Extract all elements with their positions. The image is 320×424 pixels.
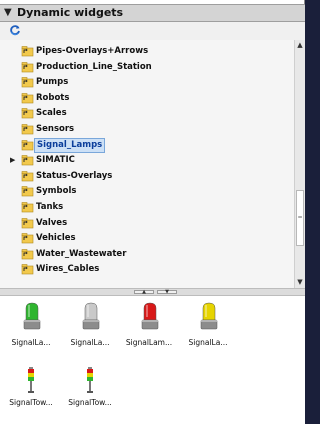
tree-vertical-scrollbar[interactable]: ▲ ═ ▼ [294,40,305,288]
tree-item-label: Scales [36,108,67,119]
library-folder-icon [21,46,34,57]
tree-item-label: Tanks [36,202,64,212]
library-folder-icon [21,217,34,228]
tree-item-label: Valves [36,217,68,228]
tree-item[interactable]: Pumps [0,75,294,90]
tree-item[interactable]: Signal_Lamps [0,137,294,153]
widget-tile[interactable]: SignalLam... [126,300,172,350]
tree-item-label: Sensors [36,124,75,134]
tree-item-label: Production_Line_Station [36,61,152,72]
library-folder-icon [21,61,34,72]
tree-item-label: Wires_Cables [36,264,100,275]
refresh-icon[interactable] [9,24,21,36]
signal-lamp-icon [23,302,41,330]
splitter-down-tab[interactable]: ▼ [157,290,177,295]
tree-item[interactable]: Tanks [0,200,294,215]
tree-item[interactable]: Wires_Cables [0,262,294,277]
splitter-up-tab[interactable]: ▲ [134,290,154,295]
signal-lamp-icon [200,302,218,330]
tree-item[interactable]: Water_Wastewater [0,247,294,262]
scroll-up-icon[interactable]: ▲ [295,40,305,51]
tree-item-label: Pipes-Overlays+Arrows [36,46,149,56]
tree-item-label: Status-Overlays [36,170,113,181]
tree-item[interactable]: ▶ SIMATIC [0,153,294,168]
library-folder-icon [21,155,34,166]
widget-caption: SignalLa... [11,338,51,347]
tree-item-label: Vehicles [36,233,76,244]
widget-caption: SignalLa... [188,338,228,347]
signal-lamp-icon [82,302,100,330]
tree-item-label: SIMATIC [36,155,75,166]
widget-caption: SignalLa... [70,338,110,347]
widget-tile[interactable]: SignalLa... [8,300,54,350]
tree-item-label: Signal_Lamps [34,137,106,153]
tree-item-label: Pumps [36,77,69,88]
tree-item[interactable]: Symbols [0,184,294,199]
panel-title: Dynamic widgets [17,6,124,19]
tree-item-label: Robots [36,92,70,103]
library-folder-icon [21,77,34,88]
tree-item[interactable]: Robots [0,91,294,106]
scroll-grip-icon: ═ [298,214,302,221]
widget-tile[interactable]: SignalTow... [8,360,54,410]
pane-splitter[interactable]: ▲ ▼ [0,288,305,296]
widget-caption: SignalLam... [125,338,173,347]
widget-tile[interactable]: SignalLa... [185,300,231,350]
scroll-down-icon[interactable]: ▼ [295,277,305,288]
signal-lamp-icon [141,302,159,330]
tree-item[interactable]: Sensors [0,122,294,137]
tree-item[interactable]: Production_Line_Station [0,60,294,75]
library-folder-icon [21,139,34,150]
tree-item-label: Symbols [36,186,77,197]
dynamic-widgets-panel: ▼ Dynamic widgets Pipes-Overlays+Arrows P… [0,0,305,424]
library-folder-icon [21,170,34,182]
widget-caption: SignalTow... [68,398,112,407]
signal-tower-icon [28,367,34,393]
expand-arrow-icon[interactable]: ▶ [10,156,15,165]
library-folder-icon [21,186,34,197]
widget-gallery: SignalLa... SignalLa... SignalLam... Signal… [0,296,305,424]
library-folder-icon [21,264,34,275]
panel-header[interactable]: ▼ Dynamic widgets [0,4,305,22]
signal-tower-icon [87,367,93,393]
tree-item-label: Water_Wastewater [36,248,127,259]
library-folder-icon [21,124,34,135]
library-folder-icon [21,248,34,260]
tree-item[interactable]: Valves [0,216,294,231]
widget-tile[interactable]: SignalTow... [67,360,113,410]
widget-tile[interactable]: SignalLa... [67,300,113,350]
library-folder-icon [21,202,34,213]
tree-item[interactable]: Vehicles [0,231,294,246]
library-tree: Pipes-Overlays+Arrows Production_Line_Sta… [0,40,294,288]
library-folder-icon [21,233,34,244]
chevron-down-icon[interactable]: ▼ [4,5,12,21]
library-folder-icon [21,92,34,104]
tree-item[interactable]: Scales [0,106,294,121]
library-folder-icon [21,108,34,119]
panel-toolbar [0,22,305,40]
tree-item[interactable]: Pipes-Overlays+Arrows [0,44,294,59]
tree-item[interactable]: Status-Overlays [0,169,294,184]
widget-caption: SignalTow... [9,398,53,407]
